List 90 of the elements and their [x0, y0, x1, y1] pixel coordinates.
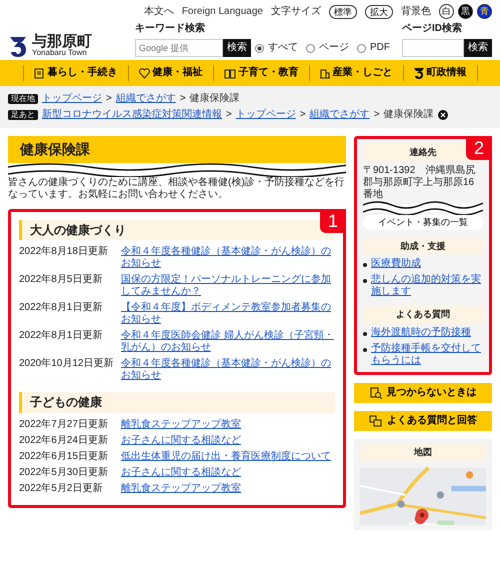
sidebar-link[interactable]: 海外渡航時の予防接種 — [371, 327, 471, 340]
site-logo-subtitle: Yonabaru Town — [32, 49, 87, 57]
search-field[interactable]: Google 提供 — [135, 39, 223, 57]
heart-icon — [138, 68, 150, 78]
nav-item[interactable]: 子育て・教育 — [212, 65, 308, 81]
search-button[interactable]: 検索 — [223, 39, 251, 57]
event-list-button[interactable]: イベント・募集の一覧 — [363, 214, 483, 230]
font-size-label: 文字サイズ — [271, 6, 321, 18]
color-button[interactable]: 黒 — [458, 4, 473, 19]
section-heading: 子どもの健康 — [19, 392, 335, 413]
help-button[interactable]: 見つからないときは — [354, 383, 492, 404]
update-date: 2022年6月15日更新 — [19, 450, 109, 463]
update-date: 2022年6月24日更新 — [19, 434, 109, 447]
update-date: 2022年5月2日更新 — [19, 482, 104, 495]
close-icon[interactable] — [438, 110, 448, 120]
breadcrumb-separator: > — [374, 109, 380, 121]
utility-link[interactable]: 本文へ — [144, 6, 174, 18]
address-text: 〒901-1392 沖縄県島尻郡与那原町字上与那原16番地 — [363, 164, 476, 201]
breadcrumb-current: 健康保険課 — [384, 109, 434, 121]
sidebar-link[interactable]: 医療費助成 — [371, 258, 421, 270]
emblem-icon — [8, 34, 28, 56]
background-color-label: 背景色 — [401, 6, 431, 18]
article-link[interactable]: お子さんに関する相談など — [121, 434, 241, 447]
bullet-icon — [363, 263, 367, 268]
sidebar-link[interactable]: 悲しんの追加的対策を実施します — [371, 274, 483, 298]
breadcrumb-separator: > — [106, 93, 112, 105]
article-link[interactable]: 令和４年度各種健診（基本健診・がん検診）のお知らせ — [121, 246, 335, 270]
book-icon — [224, 68, 236, 78]
breadcrumb-tag: 現在地 — [8, 94, 38, 104]
emblem-icon — [414, 68, 424, 78]
sidebar-heading: よくある質問 — [363, 306, 483, 324]
speech-bubbles-icon — [369, 415, 382, 428]
font-size-button[interactable]: 拡大 — [365, 4, 393, 18]
bullet-icon — [363, 348, 367, 352]
document-search-icon — [370, 387, 382, 400]
article-link[interactable]: 離乳食ステップアップ教室 — [121, 418, 241, 431]
update-date: 2022年8月5日更新 — [19, 274, 104, 288]
breadcrumb-tag: 足あと — [8, 110, 38, 120]
breadcrumb-link[interactable]: トップページ — [42, 93, 102, 105]
update-date: 2020年10月12日更新 — [19, 358, 114, 372]
nav-item[interactable]: 町政情報 — [402, 65, 478, 81]
breadcrumb-link[interactable]: 組織でさがす — [310, 109, 370, 121]
breadcrumb-link[interactable]: トップページ — [236, 109, 296, 121]
nav-item[interactable]: 産業・しごと — [308, 65, 402, 81]
breadcrumb-current: 健康保険課 — [190, 93, 240, 105]
radio-label: ページ — [319, 42, 349, 54]
article-link[interactable]: お子さんに関する相談など — [121, 466, 241, 479]
breadcrumb-separator: > — [300, 109, 306, 121]
annotation-number: 2 — [466, 136, 492, 160]
article-link[interactable]: 令和４年度医師会健診 婦人がん検診（子宮頸・乳がん）のお知らせ — [121, 330, 335, 354]
building-icon — [320, 68, 330, 78]
article-link[interactable]: 国保の方限定！パーソナルトレーニングに参加してみませんか？ — [121, 274, 335, 298]
bullet-icon — [363, 332, 367, 336]
page-description: 皆さんの健康づくりのために講座、相談や各種健(検)診・予防接種などを行なっています。お気軽にお問い合わせください。 — [8, 176, 346, 201]
article-link[interactable]: 【令和４年度】ボディメンテ教室参加者募集のお知らせ — [121, 302, 335, 326]
breadcrumb-separator: > — [226, 109, 232, 121]
nav-item[interactable]: 健康・福祉 — [128, 65, 212, 81]
utility-link[interactable]: Foreign Language — [182, 6, 263, 18]
radio-button[interactable] — [255, 44, 264, 52]
sidebar-heading: 助成・支援 — [363, 238, 483, 254]
sidebar-link[interactable]: 予防接種手帳を交付してもらうには — [371, 343, 483, 368]
update-date: 2022年8月18日更新 — [19, 246, 109, 260]
page-title: 健康保険課 — [8, 136, 346, 163]
breadcrumb-separator: > — [180, 93, 186, 105]
update-date: 2022年8月1日更新 — [19, 330, 104, 344]
search-button[interactable]: 検索 — [464, 39, 492, 57]
font-size-button[interactable]: 標準 — [329, 4, 357, 18]
update-date: 2022年7月27日更新 — [19, 418, 109, 431]
radio-label: PDF — [370, 42, 390, 54]
help-button[interactable]: よくある質問と回答 — [354, 411, 492, 432]
radio-button[interactable] — [306, 44, 315, 52]
page-id-field[interactable] — [402, 39, 464, 57]
nav-item[interactable]: 暮らし・手続き — [22, 65, 128, 81]
update-date: 2022年8月1日更新 — [19, 302, 104, 316]
keyword-search-label: キーワード検索 — [135, 23, 206, 35]
article-link[interactable]: 令和４年度各種健診（基本健診・がん検診）のお知らせ — [121, 358, 335, 382]
breadcrumb-link[interactable]: 組織でさがす — [116, 93, 176, 105]
bullet-icon — [363, 279, 367, 284]
radio-label: すべて — [268, 42, 298, 54]
color-button[interactable]: 白 — [439, 4, 454, 19]
color-button[interactable]: 青 — [477, 4, 492, 19]
sidebar-heading: 地図 — [360, 444, 486, 461]
page-id-search-label: ページID検索 — [402, 23, 463, 35]
update-date: 2022年5月30日更新 — [19, 466, 109, 479]
radio-button[interactable] — [357, 44, 366, 52]
site-logo-name: 与那原町 — [32, 34, 92, 49]
article-link[interactable]: 低出生体重児の届け出・養育医療制度について — [121, 450, 331, 463]
document-icon — [34, 68, 44, 78]
article-link[interactable]: 離乳食ステップアップ教室 — [121, 482, 241, 495]
breadcrumb-link[interactable]: 新型コロナウイルス感染症対策関連情報 — [42, 109, 222, 121]
